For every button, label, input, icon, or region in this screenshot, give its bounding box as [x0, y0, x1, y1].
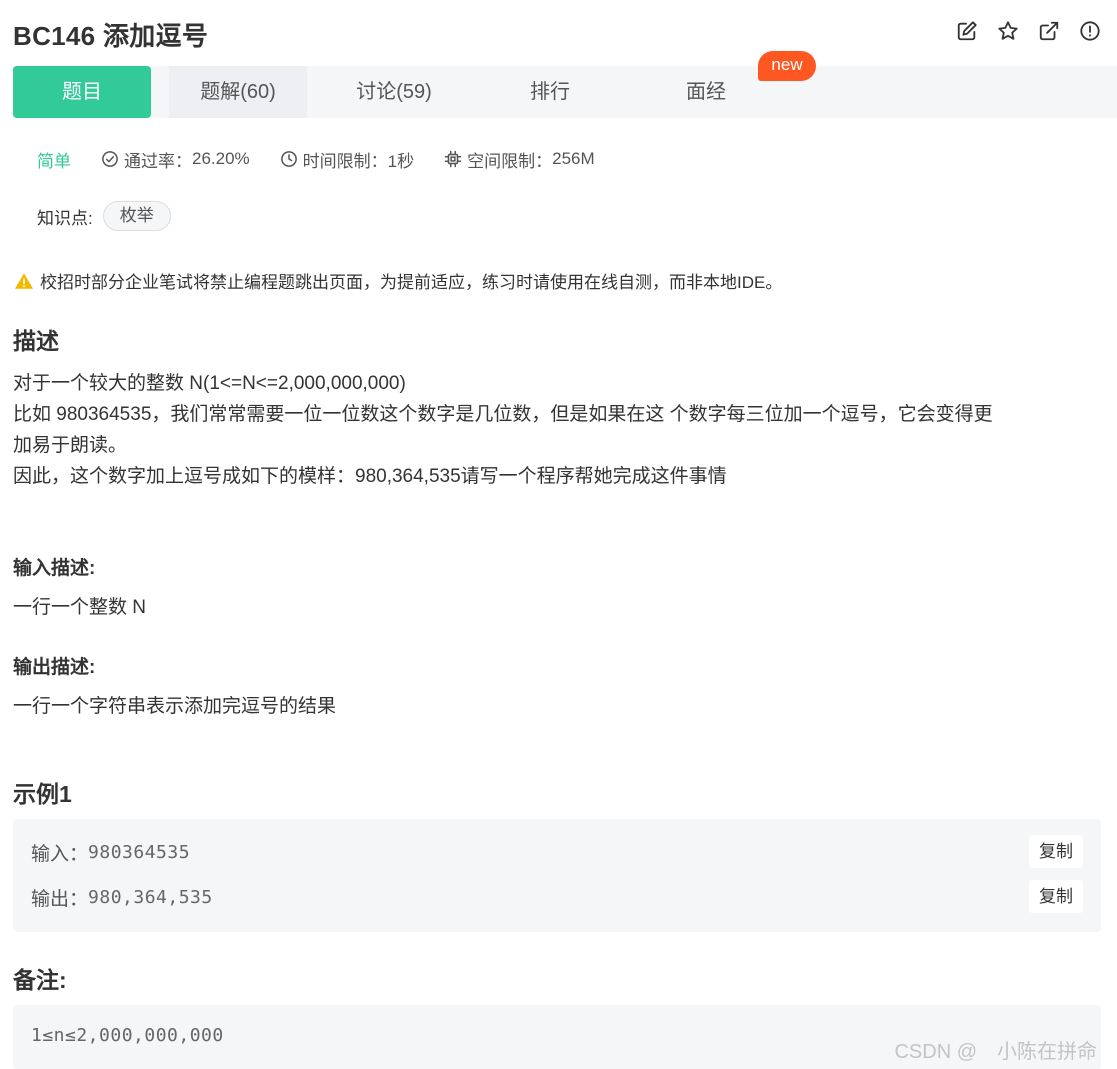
notice-bar: 校招时部分企业笔试将禁止编程题跳出页面，为提前适应，练习时请使用在线自测，而非本… — [14, 268, 782, 293]
difficulty-label: 简单 — [37, 151, 71, 171]
example-box: 输入： 980364535 复制 输出： 980,364,535 复制 — [13, 819, 1101, 932]
new-badge: new — [758, 51, 816, 81]
output-desc-heading: 输出描述: — [13, 657, 96, 678]
clock-icon — [280, 151, 297, 167]
memory-limit-label: 空间限制： — [467, 151, 553, 171]
tag-chip[interactable]: 枚举 — [102, 201, 171, 231]
problem-title: BC146 添加逗号 — [13, 16, 208, 53]
notice-text: 校招时部分企业笔试将禁止编程题跳出页面，为提前适应，练习时请使用在线自测，而非本… — [40, 273, 783, 292]
description-heading: 描述 — [13, 328, 59, 354]
example-input-row: 输入： 980364535 复制 — [31, 834, 1083, 870]
description-line: 因此，这个数字加上逗号成如下的模样：980,364,535请写一个程序帮她完成这… — [13, 466, 727, 487]
report-icon[interactable] — [1079, 20, 1101, 42]
problem-meta: 简单 通过率： 26.20% 时间限制： 1秒 空间限制： 256M — [37, 146, 625, 172]
edit-icon[interactable] — [956, 20, 978, 42]
tab-solutions[interactable]: 题解(60) — [169, 66, 307, 118]
tab-interview[interactable]: 面经 — [637, 66, 775, 118]
time-limit-label: 时间限制： — [302, 151, 388, 171]
example-output-label: 输出： — [31, 888, 89, 910]
problem-name: 添加逗号 — [102, 21, 209, 51]
description-line: 对于一个较大的整数 N(1<=N<=2,000,000,000) — [13, 373, 406, 394]
description-line: 加易于朗读。 — [13, 435, 128, 456]
pass-rate-value: 26.20% — [192, 149, 250, 168]
example-output-row: 输出： 980,364,535 复制 — [31, 879, 1083, 915]
pass-rate-label: 通过率： — [124, 151, 192, 171]
title-actions — [956, 20, 1101, 42]
memory-limit-value: 256M — [552, 149, 595, 168]
output-desc-text: 一行一个字符串表示添加完逗号的结果 — [13, 696, 337, 717]
tab-ranking[interactable]: 排行 — [481, 66, 619, 118]
share-icon[interactable] — [1038, 20, 1060, 42]
tab-discussion[interactable]: 讨论(59) — [325, 66, 463, 118]
copy-input-button[interactable]: 复制 — [1029, 835, 1083, 868]
input-desc-heading: 输入描述: — [13, 558, 96, 579]
problem-id: BC146 — [13, 21, 96, 51]
check-circle-icon — [102, 151, 118, 167]
tab-problem[interactable]: 题目 — [13, 66, 151, 118]
knowledge-points: 知识点: 枚举 — [37, 200, 171, 232]
notes-heading: 备注: — [13, 967, 67, 993]
example-heading: 示例1 — [13, 781, 72, 807]
chip-icon — [444, 150, 462, 168]
warning-icon — [15, 272, 33, 289]
description-line: 比如 980364535，我们常常需要一位一位数这个数字是几位数，但是如果在这 … — [13, 404, 993, 425]
time-limit: 时间限制： 1秒 — [280, 147, 414, 172]
example-input-value: 980364535 — [88, 841, 191, 863]
notes-text: 1≤n≤2,000,000,000 — [31, 1025, 224, 1046]
description-body: 对于一个较大的整数 N(1<=N<=2,000,000,000) 比如 9803… — [13, 368, 1103, 492]
star-icon[interactable] — [997, 20, 1019, 42]
title-bar: BC146 添加逗号 — [13, 14, 1101, 52]
example-input-label: 输入： — [31, 843, 89, 865]
copy-output-button[interactable]: 复制 — [1029, 880, 1083, 913]
tab-bar: 题目 题解(60) 讨论(59) 排行 面经 new — [13, 51, 1117, 118]
example-output-value: 980,364,535 — [88, 886, 213, 908]
pass-rate: 通过率： 26.20% — [101, 147, 250, 172]
input-desc-text: 一行一个整数 N — [13, 597, 147, 618]
memory-limit: 空间限制： 256M — [444, 147, 595, 172]
watermark: CSDN @ 小陈在拼命 — [894, 1041, 1097, 1063]
knowledge-label: 知识点: — [37, 208, 93, 228]
time-limit-value: 1秒 — [387, 151, 415, 171]
